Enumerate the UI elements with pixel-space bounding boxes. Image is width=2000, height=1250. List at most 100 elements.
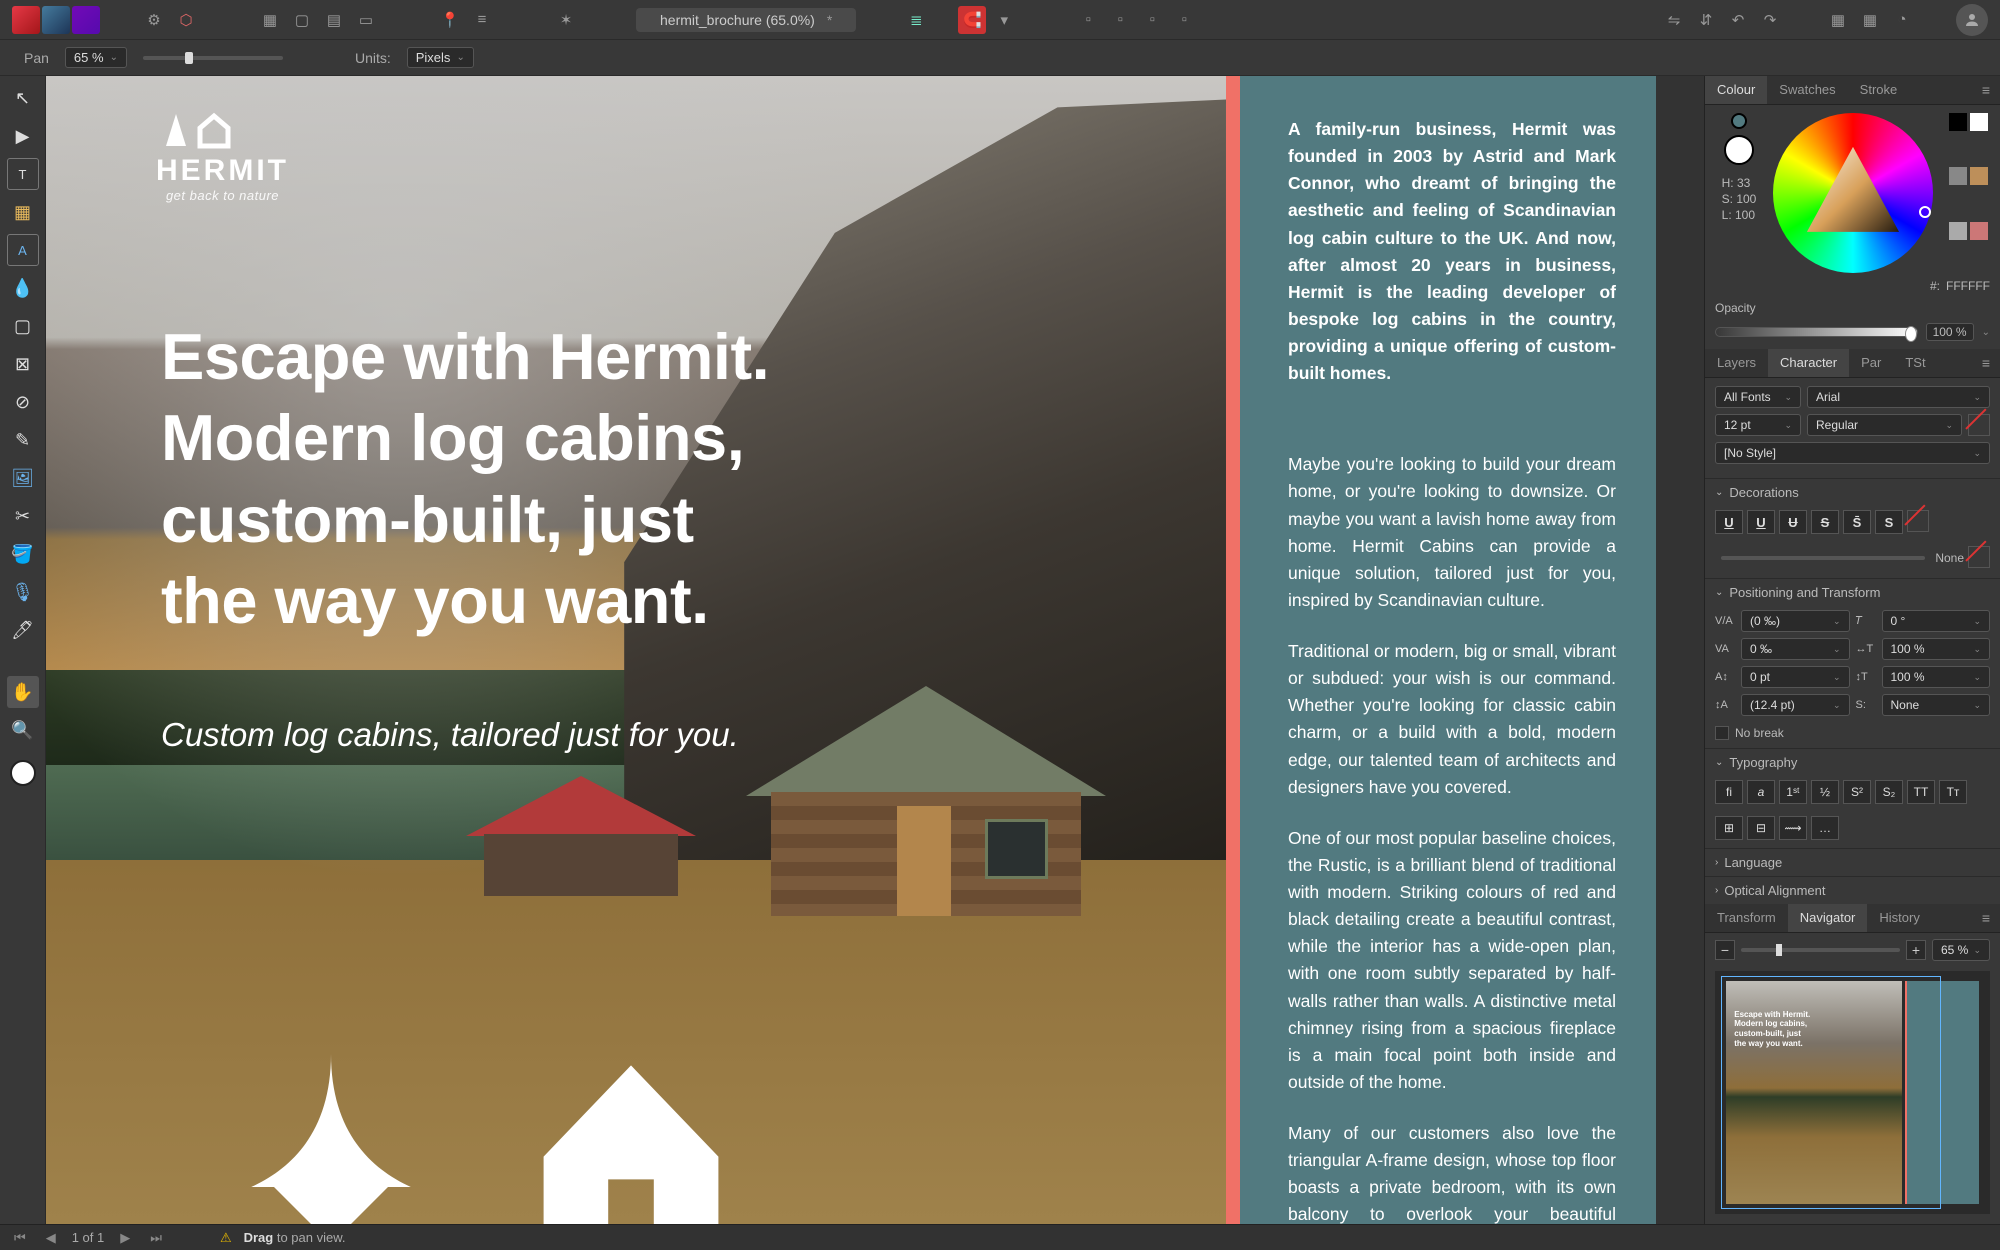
last-page-button[interactable]: ⏭ bbox=[146, 1230, 166, 1246]
shear-field[interactable]: None⌄ bbox=[1882, 694, 1991, 716]
opacity-slider[interactable] bbox=[1715, 327, 1918, 337]
tab-colour[interactable]: Colour bbox=[1705, 76, 1767, 104]
clip-canvas-icon[interactable]: ▢ bbox=[288, 6, 316, 34]
baseline-grid-icon[interactable]: ▤ bbox=[320, 6, 348, 34]
no-break-checkbox[interactable]: No break bbox=[1705, 724, 2000, 748]
underline-button[interactable]: U bbox=[1715, 510, 1743, 534]
fill-swatch-large[interactable] bbox=[1724, 135, 1754, 165]
ligatures-button[interactable]: fi bbox=[1715, 780, 1743, 804]
first-page-button[interactable]: ⏮ bbox=[10, 1230, 30, 1246]
units-dropdown[interactable]: Pixels ⌄ bbox=[407, 47, 474, 68]
typo-more-button[interactable]: … bbox=[1811, 816, 1839, 840]
place-image-tool-icon[interactable]: 🖼 bbox=[7, 462, 39, 494]
double-strike-button[interactable]: S bbox=[1811, 510, 1839, 534]
colour-wheel[interactable] bbox=[1773, 113, 1933, 273]
typo-opt-1[interactable]: ⊞ bbox=[1715, 816, 1743, 840]
zoom-field[interactable]: 65 % ⌄ bbox=[65, 47, 127, 68]
pin-icon[interactable]: 📍 bbox=[436, 6, 464, 34]
picture-frame-tool-icon[interactable]: ⊠ bbox=[7, 348, 39, 380]
opacity-value[interactable]: 100 % bbox=[1926, 323, 1974, 341]
no-decoration-icon[interactable] bbox=[1968, 546, 1990, 568]
tab-history[interactable]: History bbox=[1867, 904, 1931, 932]
leading-field[interactable]: (12.4 pt)⌄ bbox=[1741, 694, 1850, 716]
tracking-field[interactable]: (0 ‰)⌄ bbox=[1741, 610, 1850, 632]
tab-stroke[interactable]: Stroke bbox=[1848, 76, 1910, 104]
view-tool-icon[interactable]: ✋ bbox=[7, 676, 39, 708]
stroke-swatch[interactable] bbox=[1731, 113, 1747, 129]
rotate-cw-icon[interactable]: ↷ bbox=[1756, 6, 1784, 34]
tab-paragraph[interactable]: Par bbox=[1849, 349, 1893, 377]
account-icon[interactable] bbox=[1956, 4, 1988, 36]
zoom-tool-icon[interactable]: 🔍 bbox=[7, 714, 39, 746]
text-style-dropdown[interactable]: [No Style]⌄ bbox=[1715, 442, 1990, 464]
tab-layers[interactable]: Layers bbox=[1705, 349, 1768, 377]
decoration-slider[interactable] bbox=[1721, 556, 1925, 560]
font-family-dropdown[interactable]: Arial⌄ bbox=[1807, 386, 1990, 408]
zoom-out-button[interactable]: − bbox=[1715, 940, 1735, 960]
fields-icon[interactable]: ≣ bbox=[902, 6, 930, 34]
snapping-options-icon[interactable]: ▾ bbox=[990, 6, 1018, 34]
snapping-icon[interactable]: 🧲 bbox=[958, 6, 986, 34]
align-baseline-icon[interactable]: ≡ bbox=[468, 6, 496, 34]
move-back-icon[interactable]: ▫ bbox=[1074, 6, 1102, 34]
tab-navigator[interactable]: Navigator bbox=[1788, 904, 1868, 932]
next-page-button[interactable]: ▶ bbox=[116, 1230, 134, 1246]
tab-swatches[interactable]: Swatches bbox=[1767, 76, 1847, 104]
node-tool-icon[interactable]: ▶ bbox=[7, 120, 39, 152]
recent-swatches[interactable] bbox=[1949, 113, 1988, 273]
resource-manager-icon[interactable]: ▦ bbox=[1856, 6, 1884, 34]
no-decoration-icon[interactable] bbox=[1907, 510, 1929, 532]
nav-zoom-field[interactable]: 65 %⌄ bbox=[1932, 939, 1990, 961]
tab-text-styles[interactable]: TSt bbox=[1893, 349, 1937, 377]
move-tool-icon[interactable]: ↖ bbox=[7, 82, 39, 114]
affinity-photo-icon[interactable] bbox=[72, 6, 100, 34]
double-underline-button[interactable]: U bbox=[1747, 510, 1775, 534]
flip-horizontal-icon[interactable]: ⇋ bbox=[1660, 6, 1688, 34]
font-filter-dropdown[interactable]: All Fonts⌄ bbox=[1715, 386, 1801, 408]
artistic-text-tool-icon[interactable]: T bbox=[7, 158, 39, 190]
rotate-ccw-icon[interactable]: ↶ bbox=[1724, 6, 1752, 34]
ordinals-button[interactable]: 1ˢᵗ bbox=[1779, 780, 1807, 804]
eyedropper-tool-icon[interactable]: 💧 bbox=[7, 272, 39, 304]
italic-angle-field[interactable]: 0 °⌄ bbox=[1882, 610, 1991, 632]
move-forward-icon[interactable]: ▫ bbox=[1138, 6, 1166, 34]
hscale-field[interactable]: 100 %⌄ bbox=[1882, 638, 1991, 660]
vector-crop-tool-icon[interactable]: ✂ bbox=[7, 500, 39, 532]
fractions-button[interactable]: ½ bbox=[1811, 780, 1839, 804]
frame-text-tool-icon[interactable]: A bbox=[7, 234, 39, 266]
positioning-header[interactable]: ⌄Positioning and Transform bbox=[1705, 578, 2000, 606]
typography-header[interactable]: ⌄Typography bbox=[1705, 748, 2000, 776]
subscript-button[interactable]: S₂ bbox=[1875, 780, 1903, 804]
highlight-button[interactable]: S bbox=[1875, 510, 1903, 534]
move-front-icon[interactable]: ▫ bbox=[1170, 6, 1198, 34]
hex-value[interactable]: FFFFFF bbox=[1946, 279, 1990, 293]
stock-icon[interactable]: ◔ bbox=[1888, 6, 1916, 34]
preferences-icon[interactable]: ⚙ bbox=[140, 6, 168, 34]
chevron-down-icon[interactable]: ⌄ bbox=[1982, 327, 1990, 338]
panel-menu-icon[interactable]: ≡ bbox=[1972, 904, 2000, 932]
optical-alignment-header[interactable]: ›Optical Alignment bbox=[1705, 876, 2000, 904]
affinity-publisher-icon[interactable] bbox=[12, 6, 40, 34]
affinity-designer-icon[interactable] bbox=[42, 6, 70, 34]
preflight-icon[interactable]: ✶ bbox=[552, 6, 580, 34]
rectangle-tool-icon[interactable]: ▢ bbox=[7, 310, 39, 342]
allcaps-button[interactable]: TT bbox=[1907, 780, 1935, 804]
move-backward-icon[interactable]: ▫ bbox=[1106, 6, 1134, 34]
fill-swatch[interactable] bbox=[10, 760, 36, 786]
prev-page-button[interactable]: ◀ bbox=[42, 1230, 60, 1246]
ellipse-tool-icon[interactable]: ⊘ bbox=[7, 386, 39, 418]
document-setup-icon[interactable]: ⬡ bbox=[172, 6, 200, 34]
zoom-slider[interactable] bbox=[143, 56, 283, 60]
tab-character[interactable]: Character bbox=[1768, 349, 1849, 377]
contextual-alt-button[interactable]: a bbox=[1747, 780, 1775, 804]
typo-opt-3[interactable]: ⟿ bbox=[1779, 816, 1807, 840]
preflight-warning-icon[interactable]: ⚠ bbox=[220, 1230, 232, 1246]
flip-vertical-icon[interactable]: ⇵ bbox=[1692, 6, 1720, 34]
tab-transform[interactable]: Transform bbox=[1705, 904, 1788, 932]
panel-menu-icon[interactable]: ≡ bbox=[1972, 76, 2000, 104]
colour-picker-tool-icon[interactable]: 🖊 bbox=[7, 614, 39, 646]
font-size-field[interactable]: 12 pt⌄ bbox=[1715, 414, 1801, 436]
navigator-viewport-rect[interactable] bbox=[1721, 976, 1941, 1209]
baseline-field[interactable]: 0 pt⌄ bbox=[1741, 666, 1850, 688]
table-tool-icon[interactable]: ▦ bbox=[7, 196, 39, 228]
